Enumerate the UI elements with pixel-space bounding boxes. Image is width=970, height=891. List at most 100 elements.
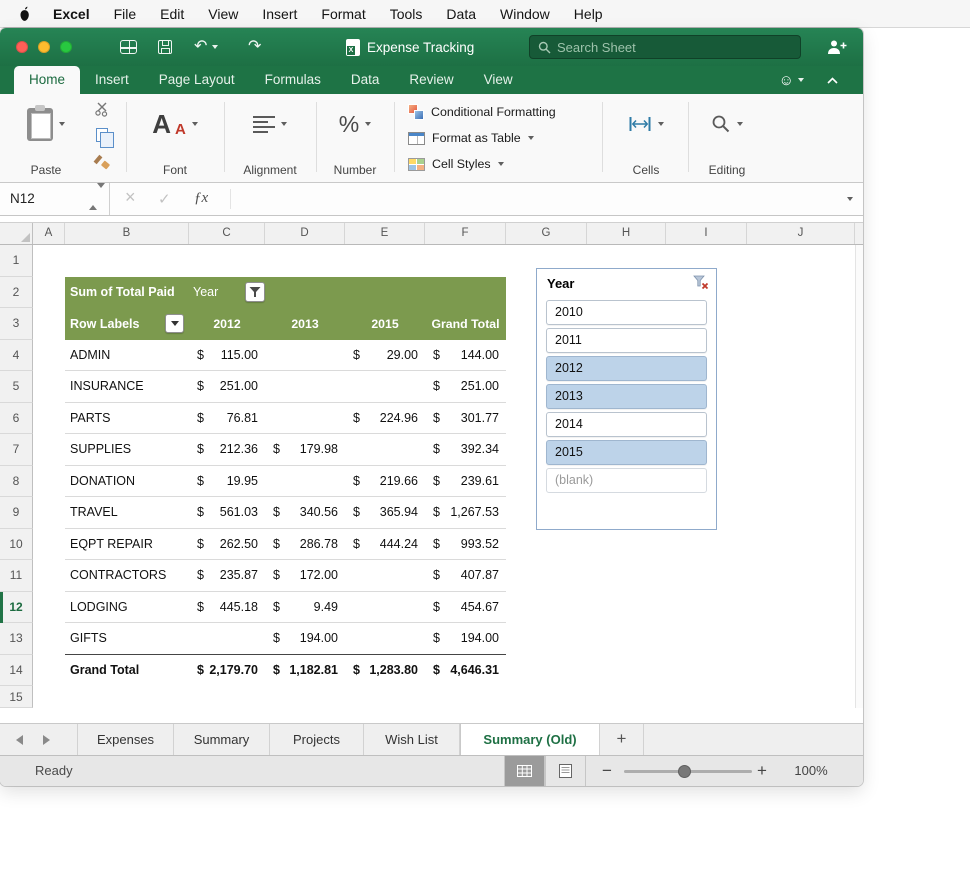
pivot-value-cell[interactable]: $340.56 bbox=[265, 505, 345, 519]
close-window-button[interactable] bbox=[16, 41, 28, 53]
pivot-value-cell[interactable]: $262.50 bbox=[189, 537, 265, 551]
pivot-row-label[interactable]: ADMIN bbox=[65, 348, 189, 362]
pivot-value-cell[interactable]: $1,182.81 bbox=[265, 663, 345, 677]
pivot-value-cell[interactable]: $29.00 bbox=[345, 348, 425, 362]
pivot-row-label[interactable]: GIFTS bbox=[65, 631, 189, 645]
search-box[interactable] bbox=[529, 35, 801, 59]
pivot-year-filter-button[interactable] bbox=[245, 282, 265, 302]
toggle-sidebar-icon[interactable] bbox=[120, 28, 137, 66]
column-header-b[interactable]: B bbox=[65, 223, 189, 244]
menu-item-tools[interactable]: Tools bbox=[378, 6, 435, 22]
confirm-entry-icon[interactable]: ✓ bbox=[158, 190, 171, 208]
column-header-d[interactable]: D bbox=[265, 223, 345, 244]
pivot-value-cell[interactable]: $444.24 bbox=[345, 537, 425, 551]
formula-bar[interactable]: N12 × ✓ ƒx bbox=[0, 183, 863, 216]
pivot-value-cell[interactable]: $445.18 bbox=[189, 600, 265, 614]
pivot-value-cell[interactable]: $561.03 bbox=[189, 505, 265, 519]
pivot-value-cell[interactable]: $407.87 bbox=[425, 568, 506, 582]
zoom-in-button[interactable]: + bbox=[757, 756, 767, 785]
sheet-tab-wish-list[interactable]: Wish List bbox=[364, 724, 460, 755]
row-header-13[interactable]: 13 bbox=[0, 623, 33, 655]
ribbon-tab-view[interactable]: View bbox=[469, 66, 528, 94]
name-box-stepper[interactable] bbox=[89, 188, 103, 206]
menu-item-format[interactable]: Format bbox=[309, 6, 377, 22]
clear-filter-icon[interactable] bbox=[693, 275, 709, 295]
pivot-value-cell[interactable]: $76.81 bbox=[189, 411, 265, 425]
slicer-item-2014[interactable]: 2014 bbox=[546, 412, 707, 437]
row-header-4[interactable]: 4 bbox=[0, 340, 33, 372]
cancel-entry-icon[interactable]: × bbox=[125, 187, 136, 208]
search-input[interactable] bbox=[557, 40, 792, 55]
column-header-g[interactable]: G bbox=[506, 223, 587, 244]
sheet-tab-projects[interactable]: Projects bbox=[270, 724, 364, 755]
pivot-value-cell[interactable]: $235.87 bbox=[189, 568, 265, 582]
menu-item-data[interactable]: Data bbox=[434, 6, 488, 22]
zoom-out-button[interactable]: − bbox=[602, 756, 612, 785]
pivot-value-cell[interactable]: $115.00 bbox=[189, 348, 265, 362]
menu-item-view[interactable]: View bbox=[196, 6, 250, 22]
row-header-9[interactable]: 9 bbox=[0, 497, 33, 529]
pivot-value-cell[interactable]: $194.00 bbox=[265, 631, 345, 645]
ribbon-tab-page-layout[interactable]: Page Layout bbox=[144, 66, 250, 94]
zoom-slider-thumb[interactable] bbox=[678, 765, 691, 778]
pivot-row-label[interactable]: TRAVEL bbox=[65, 505, 189, 519]
cells-button[interactable] bbox=[610, 100, 682, 148]
pivot-column-header-2012[interactable]: 2012 bbox=[189, 317, 265, 331]
pivot-value-cell[interactable]: $251.00 bbox=[425, 379, 506, 393]
ribbon-tab-insert[interactable]: Insert bbox=[80, 66, 144, 94]
format-as-table-button[interactable]: Format as Table bbox=[408, 128, 534, 148]
pivot-row-label[interactable]: DONATION bbox=[65, 474, 189, 488]
slicer-item-2012[interactable]: 2012 bbox=[546, 356, 707, 381]
expand-formula-bar-icon[interactable] bbox=[847, 197, 853, 201]
slicer-item-2015[interactable]: 2015 bbox=[546, 440, 707, 465]
row-header-11[interactable]: 11 bbox=[0, 560, 33, 592]
slicer-item-2010[interactable]: 2010 bbox=[546, 300, 707, 325]
number-button[interactable]: % bbox=[322, 100, 388, 148]
row-header-15[interactable]: 15 bbox=[0, 686, 33, 708]
share-add-people-icon[interactable] bbox=[826, 39, 847, 60]
column-header-j[interactable]: J bbox=[747, 223, 855, 244]
year-slicer[interactable]: Year 201020112012201320142015(blank) bbox=[536, 268, 717, 530]
page-layout-view-button[interactable] bbox=[545, 756, 586, 786]
pivot-value-cell[interactable]: $365.94 bbox=[345, 505, 425, 519]
paste-button[interactable] bbox=[14, 100, 78, 148]
pivot-value-cell[interactable]: $172.00 bbox=[265, 568, 345, 582]
copy-icon[interactable] bbox=[92, 125, 112, 145]
pivot-row-label[interactable]: INSURANCE bbox=[65, 379, 189, 393]
menu-item-help[interactable]: Help bbox=[562, 6, 615, 22]
row-header-2[interactable]: 2 bbox=[0, 277, 33, 309]
pivot-value-cell[interactable]: $144.00 bbox=[425, 348, 506, 362]
menu-item-excel[interactable]: Excel bbox=[41, 6, 102, 22]
row-header-8[interactable]: 8 bbox=[0, 466, 33, 498]
pivot-row-label[interactable]: Grand Total bbox=[65, 663, 189, 677]
slicer-item-blank[interactable]: (blank) bbox=[546, 468, 707, 493]
cut-icon[interactable] bbox=[92, 99, 112, 119]
pivot-column-header-2015[interactable]: 2015 bbox=[345, 317, 425, 331]
pivot-column-header-2013[interactable]: 2013 bbox=[265, 317, 345, 331]
menu-item-file[interactable]: File bbox=[102, 6, 149, 22]
row-header-10[interactable]: 10 bbox=[0, 529, 33, 561]
pivot-value-cell[interactable]: $1,267.53 bbox=[425, 505, 506, 519]
row-header-12[interactable]: 12 bbox=[0, 592, 33, 624]
pivot-row-label[interactable]: EQPT REPAIR bbox=[65, 537, 189, 551]
font-button[interactable]: AA bbox=[132, 100, 218, 148]
editing-button[interactable] bbox=[694, 100, 760, 148]
apple-menu-icon[interactable] bbox=[18, 6, 31, 22]
save-icon[interactable] bbox=[158, 28, 172, 66]
pivot-value-cell[interactable]: $286.78 bbox=[265, 537, 345, 551]
pivot-row-label[interactable]: LODGING bbox=[65, 600, 189, 614]
fullscreen-window-button[interactable] bbox=[60, 41, 72, 53]
pivot-value-cell[interactable]: $224.96 bbox=[345, 411, 425, 425]
pivot-value-cell[interactable]: $993.52 bbox=[425, 537, 506, 551]
pivot-value-cell[interactable]: $239.61 bbox=[425, 474, 506, 488]
pivot-value-cell[interactable]: $19.95 bbox=[189, 474, 265, 488]
select-all-corner[interactable] bbox=[0, 223, 33, 244]
slicer-item-2013[interactable]: 2013 bbox=[546, 384, 707, 409]
slicer-item-2011[interactable]: 2011 bbox=[546, 328, 707, 353]
cell-styles-button[interactable]: Cell Styles bbox=[408, 154, 504, 174]
sheet-grid[interactable]: 123456789101112131415 Sum of Total Paid … bbox=[0, 245, 863, 708]
sheet-tab-expenses[interactable]: Expenses bbox=[78, 724, 174, 755]
collapse-ribbon-icon[interactable] bbox=[826, 76, 839, 85]
row-header-5[interactable]: 5 bbox=[0, 371, 33, 403]
ribbon-tab-home[interactable]: Home bbox=[14, 66, 80, 94]
